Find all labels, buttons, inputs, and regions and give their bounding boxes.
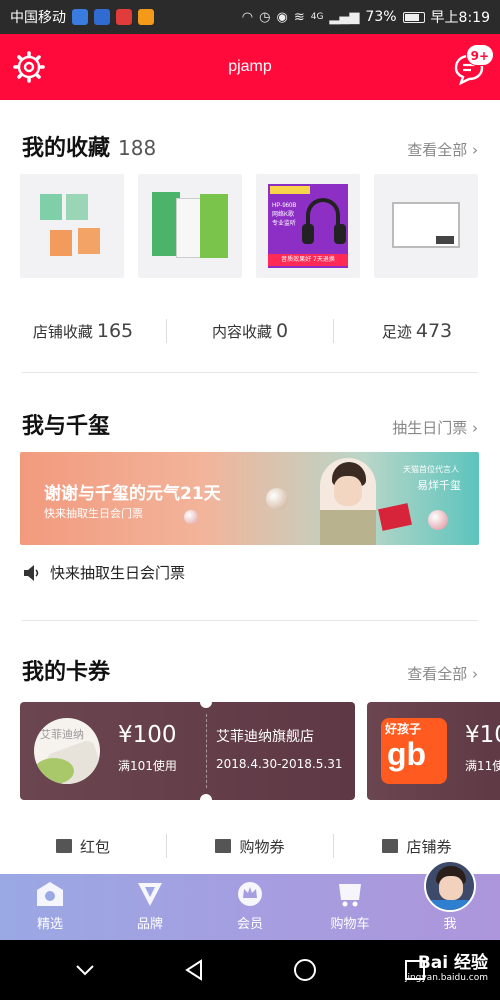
banner-title: 谢谢与千玺的元气21天: [44, 484, 221, 504]
tab-red-packet[interactable]: 红包: [0, 836, 166, 857]
tab-featured[interactable]: 精选: [0, 874, 100, 940]
page-title: pjamp: [228, 58, 272, 75]
shop-logo: 好孩子 gb: [381, 718, 447, 784]
shop-icon: [382, 839, 399, 853]
gear-icon[interactable]: [12, 50, 46, 84]
notice-text: 快来抽取生日会门票: [50, 564, 186, 582]
coupon-shop-name: 艾菲迪纳旗舰店: [216, 729, 314, 745]
celebrity-header: 我与千玺 抽生日门票 ›: [22, 408, 478, 440]
tab-brand[interactable]: 品牌: [100, 874, 200, 940]
cart-icon: [339, 884, 361, 907]
signal-icon: ▂▄▆: [329, 9, 360, 25]
section-title: 我的卡券: [22, 660, 111, 685]
coupon-list: 艾菲迪纳 ¥100 满101使用 艾菲迪纳旗舰店 2018.4.30-2018.…: [20, 702, 500, 800]
coupon-condition: 满11使: [465, 759, 500, 773]
favorites-count: 188: [118, 136, 157, 160]
favorite-item[interactable]: [374, 174, 478, 278]
coupon-card[interactable]: 好孩子 gb ¥10 满11使: [367, 702, 500, 800]
favorite-item[interactable]: HP-960B 网络K歌 专业监听 音质效果好 7天退换: [256, 174, 360, 278]
coupon-card[interactable]: 艾菲迪纳 ¥100 满101使用 艾菲迪纳旗舰店 2018.4.30-2018.…: [20, 702, 355, 800]
bottom-tab-bar: 精选 品牌 会员 购物车 我: [0, 860, 500, 940]
message-badge: 9+: [465, 44, 494, 66]
view-all-favorites-link[interactable]: 查看全部 ›: [407, 139, 478, 160]
envelope-icon: [55, 839, 72, 853]
promo-banner[interactable]: 谢谢与千玺的元气21天 快来抽取生日会门票 天猫首位代言人 易烊千玺: [20, 452, 479, 545]
coupon-type-tabs: 红包 购物券 店铺券: [0, 826, 500, 866]
banner-subtitle: 快来抽取生日会门票: [44, 507, 143, 520]
divider: [206, 714, 207, 788]
coupon-date: 2018.4.30-2018.5.31: [216, 757, 343, 771]
battery-icon: [402, 11, 425, 23]
shop-logo: 艾菲迪纳: [34, 718, 100, 784]
tab-me[interactable]: 我: [400, 860, 500, 940]
chevron-down-icon[interactable]: [74, 963, 96, 977]
divider: [22, 372, 478, 373]
favorites-list: HP-960B 网络K歌 专业监听 音质效果好 7天退换: [20, 174, 478, 278]
section-title: 我与千玺: [22, 414, 111, 439]
favorite-item[interactable]: [20, 174, 124, 278]
clock: 早上8:19: [430, 10, 490, 26]
divider: [22, 620, 478, 621]
notice-bar[interactable]: 快来抽取生日会门票: [22, 562, 185, 583]
stat-content-favorites[interactable]: 内容收藏 0: [167, 320, 333, 342]
red-envelope-decoration: [378, 503, 412, 531]
app-notification-icon: [94, 9, 110, 25]
pearl-decoration: [266, 488, 288, 510]
status-bar: 中国移动 ◠ ◷ ◉ ≋ 4G ▂▄▆ 73% 早上8:19: [0, 0, 500, 34]
banner-tag-small: 天猫首位代言人: [403, 465, 459, 474]
crown-icon: [238, 882, 262, 906]
section-title: 我的收藏: [22, 136, 111, 161]
wifi-icon: ≋: [293, 9, 305, 25]
main-content: 我的收藏 188 查看全部 › HP-960B 网络K歌 专业监听 音质效果好 …: [0, 100, 500, 874]
watermark: Bai 经验 jingyan.baidu.com: [404, 953, 488, 983]
pearl-decoration: [184, 510, 198, 524]
pearl-decoration: [428, 510, 448, 530]
voucher-icon: [215, 839, 232, 853]
carrier-label: 中国移动: [10, 10, 66, 26]
coupon-condition: 满101使用: [118, 759, 177, 773]
favorites-header: 我的收藏 188 查看全部 ›: [22, 130, 478, 162]
stat-shop-favorites[interactable]: 店铺收藏 165: [0, 320, 166, 342]
network-label: 4G: [310, 12, 324, 22]
alarm-icon: ◷: [259, 9, 271, 25]
coupon-amount: ¥100: [118, 722, 177, 748]
banner-tag: 易烊千玺: [417, 479, 461, 492]
tab-shop-coupon[interactable]: 店铺券: [334, 836, 500, 857]
stat-footprints[interactable]: 足迹 473: [334, 320, 500, 342]
coupons-header: 我的卡券 查看全部 ›: [22, 654, 478, 686]
celebrity-photo: [320, 458, 376, 545]
app-notification-icon: [138, 9, 154, 25]
battery-percent: 73%: [365, 9, 397, 25]
app-notification-icon: [116, 9, 132, 25]
coupon-notch: [200, 702, 212, 708]
header: pjamp 9+: [0, 34, 500, 100]
headset-icon: ◠: [241, 9, 254, 25]
avatar: [424, 860, 476, 912]
home-button-icon[interactable]: [293, 958, 317, 982]
view-all-coupons-link[interactable]: 查看全部 ›: [407, 663, 478, 684]
brand-icon: [138, 883, 162, 906]
home-icon: [37, 882, 63, 906]
app-notification-icon: [72, 9, 88, 25]
tab-shopping-voucher[interactable]: 购物券: [167, 836, 333, 857]
eye-icon: ◉: [276, 9, 288, 25]
stats-row: 店铺收藏 165 内容收藏 0 足迹 473: [0, 314, 500, 348]
favorite-item[interactable]: [138, 174, 242, 278]
tab-cart[interactable]: 购物车: [300, 874, 400, 940]
birthday-ticket-link[interactable]: 抽生日门票 ›: [392, 417, 478, 438]
back-icon[interactable]: [183, 959, 205, 981]
speaker-icon: [24, 564, 39, 581]
coupon-notch: [200, 794, 212, 800]
tab-member[interactable]: 会员: [200, 874, 300, 940]
coupon-amount: ¥10: [465, 722, 500, 748]
